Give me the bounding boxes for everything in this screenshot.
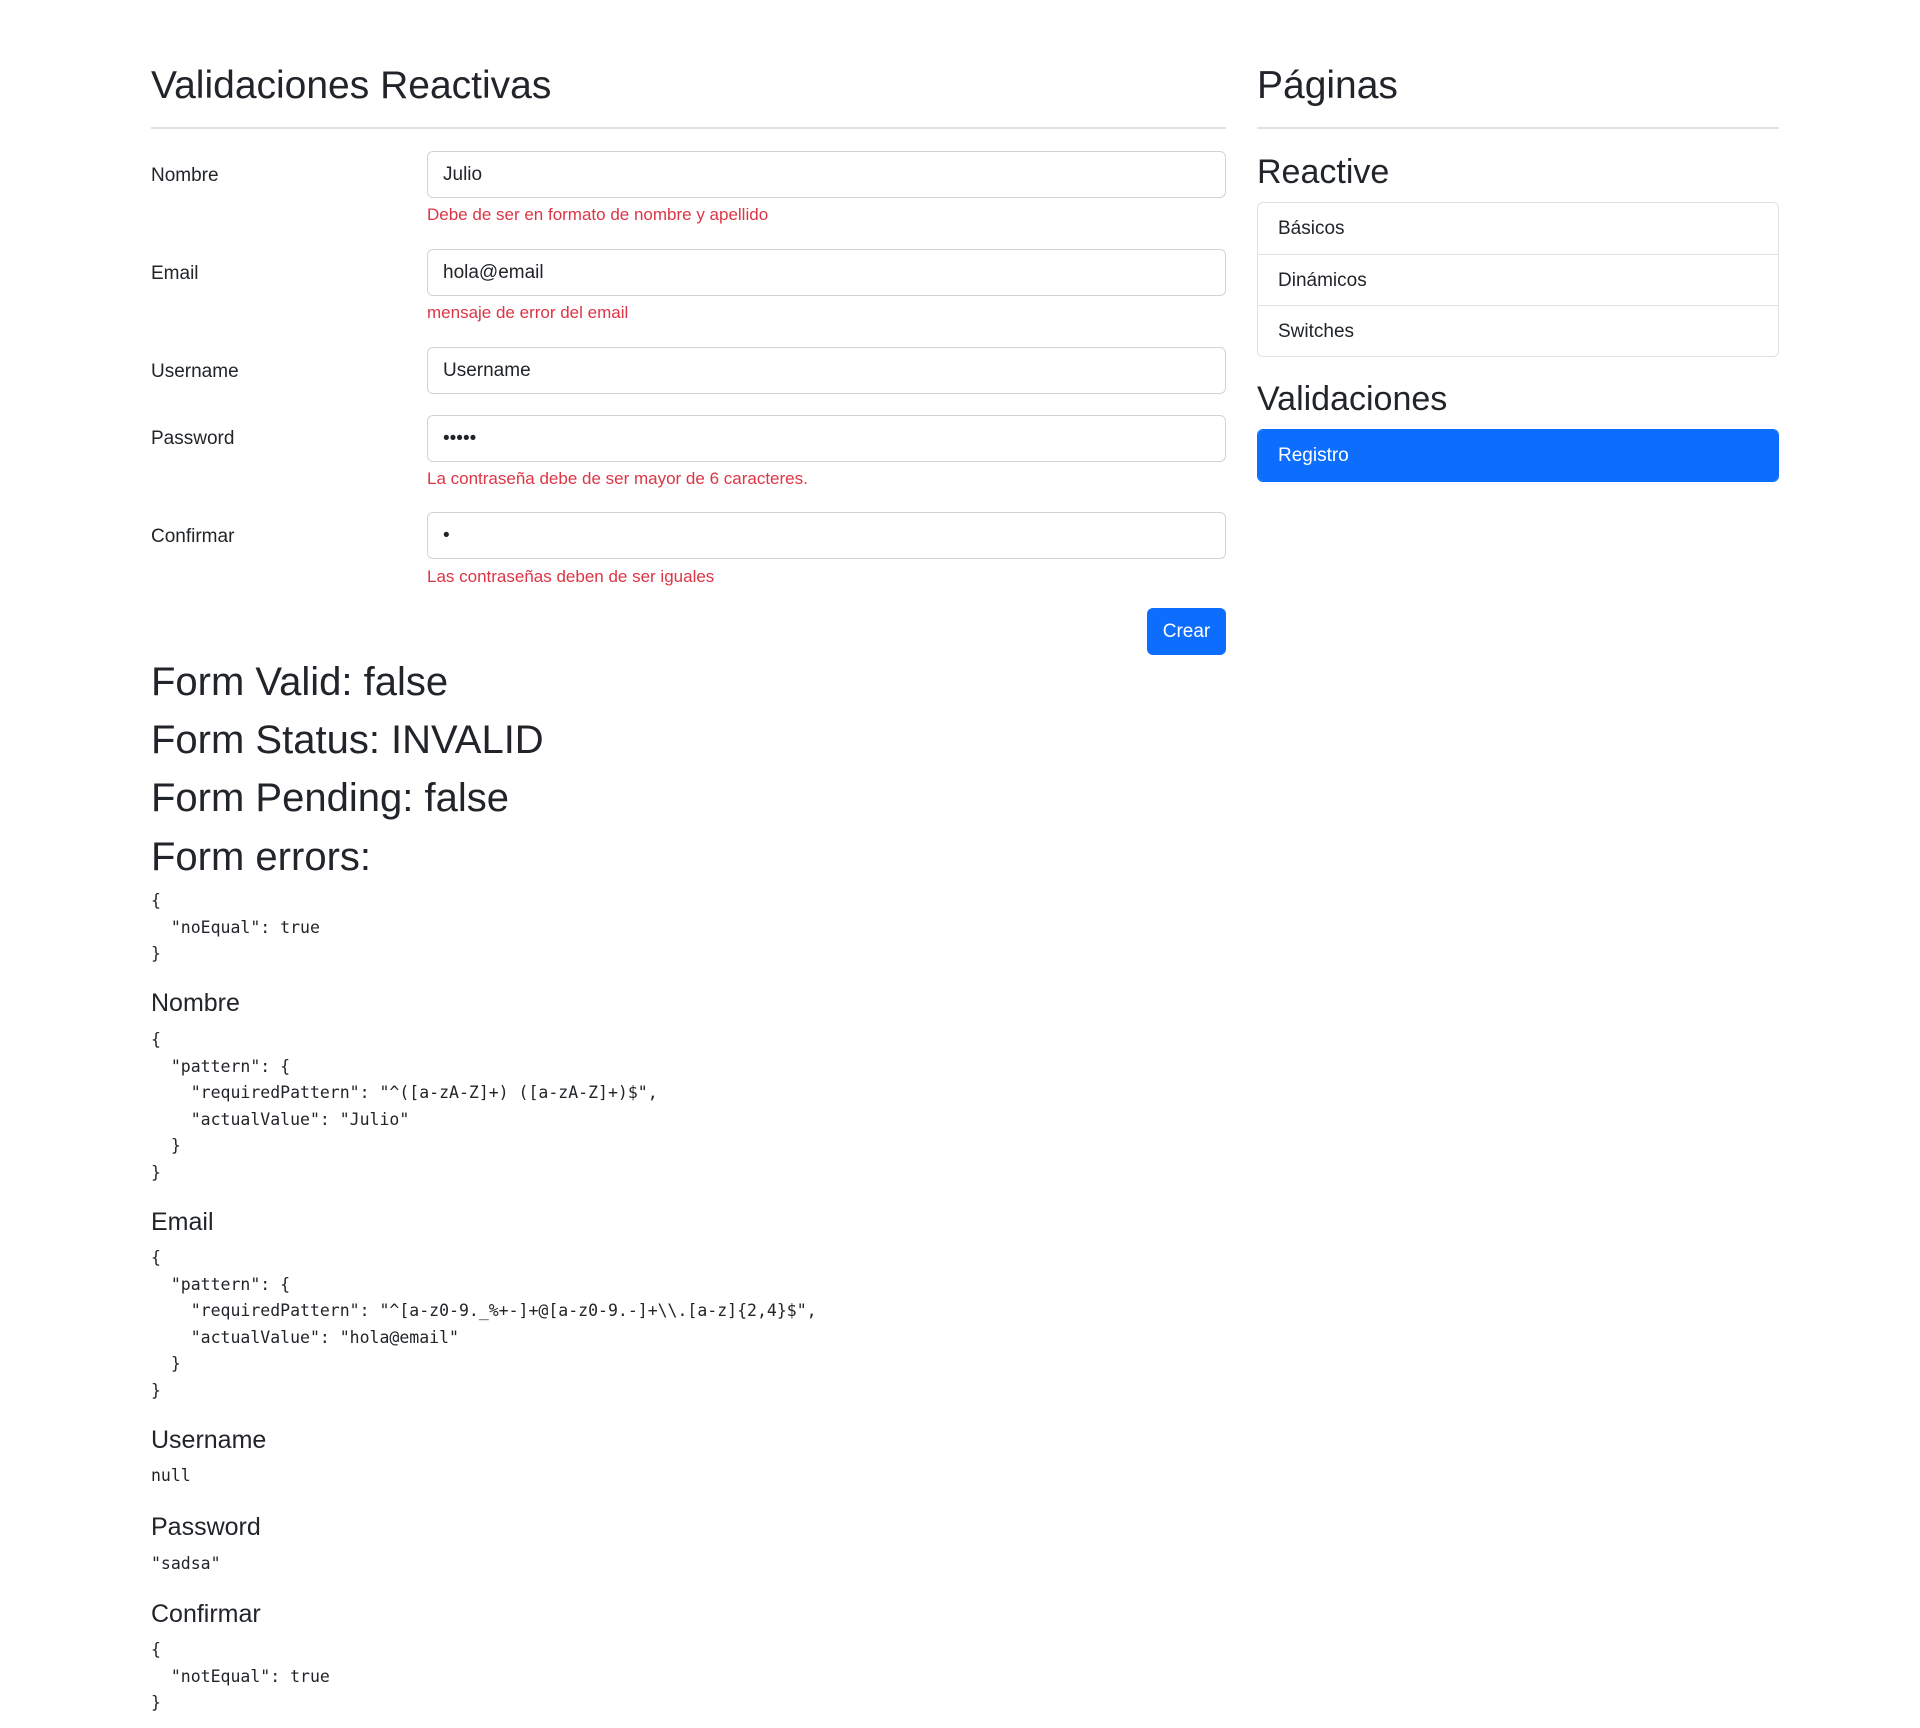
password-errors-heading: Password xyxy=(151,1513,261,1541)
password-errors-json: "sadsa" xyxy=(151,1554,221,1573)
confirmar-error: Las contraseñas deben de ser iguales xyxy=(427,567,715,586)
form-errors-json: { "noEqual": true } xyxy=(151,891,320,963)
page: Validaciones Reactivas Nombre Julio Debe… xyxy=(0,0,1920,1728)
crear-button[interactable]: Crear xyxy=(1147,608,1226,655)
password-label: Password xyxy=(151,428,235,449)
nombre-error: Debe de ser en formato de nombre y apell… xyxy=(427,205,769,224)
confirmar-label: Confirmar xyxy=(151,526,235,547)
sidebar-heading-validaciones: Validaciones xyxy=(1257,380,1448,418)
email-error: mensaje de error del email xyxy=(427,303,629,322)
nombre-errors-json: { "pattern": { "requiredPattern": "^([a-… xyxy=(151,1030,658,1182)
confirmar-input[interactable]: • xyxy=(427,512,1226,559)
sidebar-title: Páginas xyxy=(1257,64,1398,107)
form-pending-heading: Form Pending: false xyxy=(151,776,509,820)
menu-item-dinamicos[interactable]: Dinámicos xyxy=(1258,254,1778,305)
nombre-label: Nombre xyxy=(151,165,219,186)
username-label: Username xyxy=(151,361,239,382)
menu-item-basicos[interactable]: Básicos xyxy=(1258,203,1778,254)
email-label: Email xyxy=(151,263,199,284)
menu-item-registro[interactable]: Registro xyxy=(1258,430,1778,481)
username-errors-json: null xyxy=(151,1466,191,1485)
sidebar-heading-reactive: Reactive xyxy=(1257,153,1390,191)
title-divider xyxy=(151,127,1226,129)
page-title: Validaciones Reactivas xyxy=(151,64,552,107)
menu-item-switches[interactable]: Switches xyxy=(1258,305,1778,356)
confirmar-errors-heading: Confirmar xyxy=(151,1600,261,1628)
form-errors-heading: Form errors: xyxy=(151,835,371,879)
sidebar-divider xyxy=(1257,127,1779,129)
form-valid-heading: Form Valid: false xyxy=(151,660,449,704)
password-input[interactable]: ••••• xyxy=(427,415,1226,462)
form-status-heading: Form Status: INVALID xyxy=(151,718,544,762)
email-errors-heading: Email xyxy=(151,1208,214,1236)
email-errors-json: { "pattern": { "requiredPattern": "^[a-z… xyxy=(151,1248,817,1400)
password-error: La contraseña debe de ser mayor de 6 car… xyxy=(427,469,808,488)
nombre-input[interactable]: Julio xyxy=(427,151,1226,198)
reactive-menu: Básicos Dinámicos Switches xyxy=(1257,202,1779,357)
username-input[interactable]: Username xyxy=(427,347,1226,394)
username-errors-heading: Username xyxy=(151,1426,267,1454)
nombre-errors-heading: Nombre xyxy=(151,989,240,1017)
email-input[interactable]: hola@email xyxy=(427,249,1226,296)
confirmar-errors-json: { "notEqual": true } xyxy=(151,1640,330,1712)
validaciones-menu: Registro xyxy=(1257,429,1779,482)
